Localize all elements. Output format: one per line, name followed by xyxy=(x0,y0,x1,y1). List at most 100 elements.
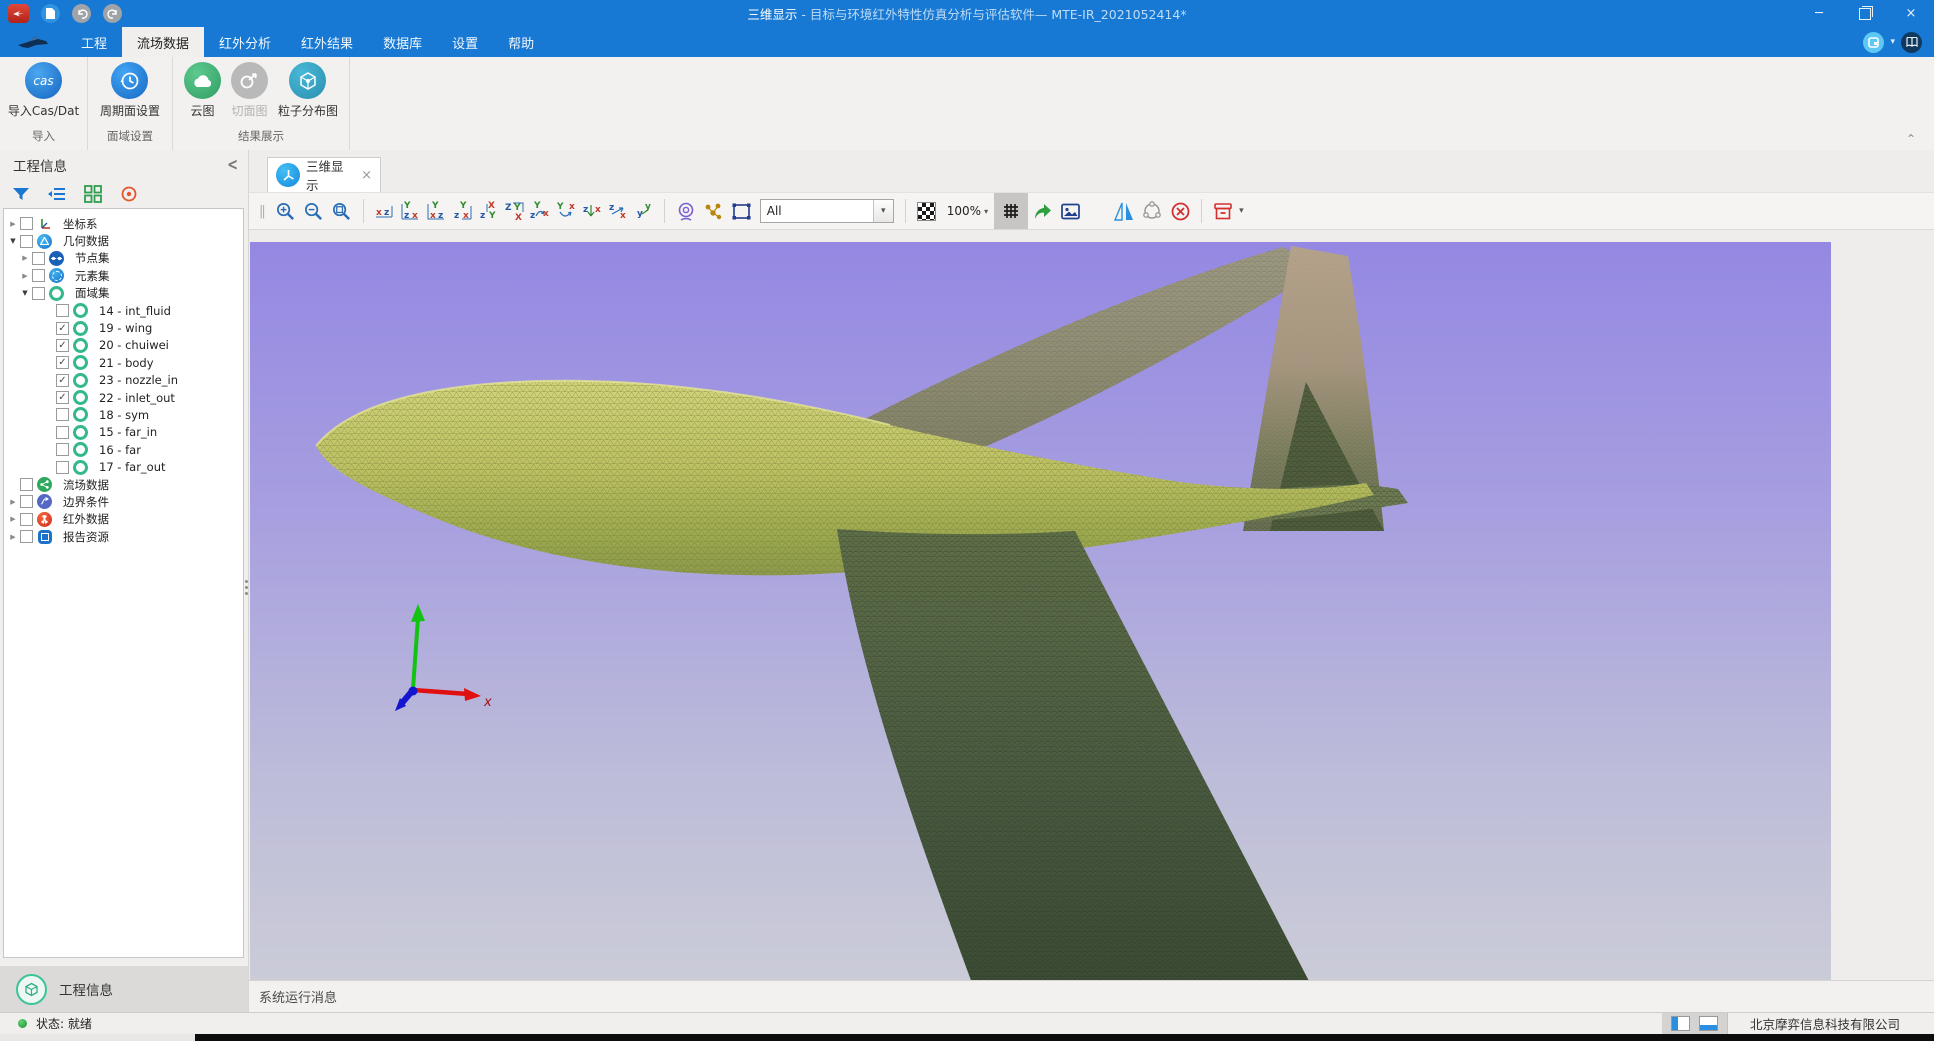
tree-item-surface[interactable]: ✓ 19 - wing xyxy=(4,319,243,336)
view-top-icon[interactable]: XzY xyxy=(475,196,501,226)
rotate-x-icon[interactable]: Yzx xyxy=(527,196,553,226)
menu-item-help[interactable]: 帮助 xyxy=(493,27,549,57)
tree-item-surface[interactable]: ✓ 23 - nozzle_in xyxy=(4,372,243,389)
undo-icon[interactable] xyxy=(72,4,91,23)
tree-item-surface[interactable]: ✓ 22 - inlet_out xyxy=(4,389,243,406)
tree-item-coordinate-system[interactable]: ▶ 坐标系 xyxy=(4,215,243,232)
checkbox[interactable]: ✓ xyxy=(56,322,69,335)
help-manual-button[interactable] xyxy=(1901,32,1922,53)
checkbox[interactable] xyxy=(56,461,69,474)
tree-item-report-resources[interactable]: ▶ 报告资源 xyxy=(4,528,243,545)
mirror-flip-icon[interactable] xyxy=(1110,196,1138,226)
grid-blocks-icon[interactable] xyxy=(82,183,104,205)
checkbox[interactable] xyxy=(20,478,33,491)
combobox-caret-icon[interactable]: ▾ xyxy=(873,200,893,222)
archive-caret-icon[interactable]: ▾ xyxy=(1239,206,1244,216)
ring-nodes-icon[interactable] xyxy=(1138,196,1166,226)
tree-item-surface[interactable]: 18 - sym xyxy=(4,406,243,423)
menu-item-ir-analysis[interactable]: 红外分析 xyxy=(204,27,286,57)
expand-arrow-icon[interactable]: ▶ xyxy=(6,498,20,506)
checkbox[interactable]: ✓ xyxy=(56,356,69,369)
view-right-icon[interactable]: Yzx xyxy=(449,196,475,226)
viewport-canvas[interactable]: x xyxy=(250,242,1831,983)
panel-collapse-button[interactable]: < xyxy=(227,155,238,175)
rotate-z-icon[interactable]: zx xyxy=(579,196,605,226)
view-isometric-icon[interactable]: yy xyxy=(631,196,657,226)
menu-item-flowfield-data[interactable]: 流场数据 xyxy=(122,27,204,57)
ribbon-collapse-button[interactable]: ⌃ xyxy=(1906,132,1934,150)
sidebar-footer-project-info[interactable]: 工程信息 xyxy=(0,966,248,1012)
expand-arrow-icon[interactable]: ▶ xyxy=(18,254,32,262)
collapse-list-icon[interactable] xyxy=(46,183,68,205)
minimize-button[interactable]: ─ xyxy=(1796,0,1842,27)
probe-camera-icon[interactable] xyxy=(672,196,700,226)
checkbox[interactable]: ✓ xyxy=(56,374,69,387)
checkbox[interactable]: ✓ xyxy=(56,339,69,352)
checkbox[interactable] xyxy=(56,443,69,456)
checkbox[interactable] xyxy=(20,530,33,543)
periodic-face-button[interactable]: 周期面设置 xyxy=(97,62,163,119)
expand-arrow-icon[interactable]: ▼ xyxy=(6,237,20,245)
redo-icon[interactable] xyxy=(103,4,122,23)
tree-item-face-zone-set[interactable]: ▼ 面域集 xyxy=(4,285,243,302)
checkbox[interactable] xyxy=(20,235,33,248)
zoom-level-dropdown[interactable]: 100% ▾ xyxy=(941,204,994,218)
particle-distribution-button[interactable]: 粒子分布图 xyxy=(275,62,341,119)
delete-cross-icon[interactable] xyxy=(1166,196,1194,226)
molecule-icon[interactable] xyxy=(700,196,728,226)
expand-arrow-icon[interactable]: ▶ xyxy=(6,533,20,541)
checkbox[interactable] xyxy=(20,513,33,526)
view-front-icon[interactable]: xz xyxy=(371,196,397,226)
new-document-icon[interactable] xyxy=(41,4,60,23)
menu-item-settings[interactable]: 设置 xyxy=(437,27,493,57)
display-filter-combobox[interactable]: All ▾ xyxy=(760,199,894,223)
rotate-free-icon[interactable]: zx xyxy=(605,196,631,226)
menu-item-ir-results[interactable]: 红外结果 xyxy=(286,27,368,57)
expand-arrow-icon[interactable]: ▶ xyxy=(6,515,20,523)
checkerboard-icon[interactable] xyxy=(913,196,941,226)
checkbox[interactable] xyxy=(32,269,45,282)
expand-arrow-icon[interactable]: ▶ xyxy=(6,220,20,228)
caret-down-icon[interactable]: ▾ xyxy=(1890,37,1895,47)
tree-item-geometry-data[interactable]: ▼ 几何数据 xyxy=(4,232,243,249)
tree-item-surface[interactable]: 17 - far_out xyxy=(4,458,243,475)
tree-item-boundary-conditions[interactable]: ▶ 边界条件 xyxy=(4,493,243,510)
import-cas-dat-button[interactable]: cas 导入Cas/Dat xyxy=(5,62,82,119)
checkbox[interactable] xyxy=(56,304,69,317)
app-launcher-icon[interactable] xyxy=(8,4,29,23)
tree-item-surface[interactable]: 16 - far xyxy=(4,441,243,458)
menu-item-engineering[interactable]: 工程 xyxy=(66,27,122,57)
checkbox[interactable] xyxy=(20,495,33,508)
locate-target-icon[interactable] xyxy=(118,183,140,205)
checkbox[interactable] xyxy=(20,217,33,230)
mesh-grid-toggle-button[interactable] xyxy=(994,193,1028,229)
tree-item-node-set[interactable]: ▶ 节点集 xyxy=(4,250,243,267)
view-bottom-icon[interactable]: ZYX xyxy=(501,196,527,226)
style-picker-button[interactable] xyxy=(1863,32,1884,53)
checkbox[interactable] xyxy=(56,426,69,439)
checkbox[interactable] xyxy=(32,252,45,265)
menu-item-database[interactable]: 数据库 xyxy=(368,27,437,57)
tree-item-element-set[interactable]: ▶ 元素集 xyxy=(4,267,243,284)
checkbox[interactable] xyxy=(32,287,45,300)
zoom-fit-button[interactable] xyxy=(328,196,356,226)
contour-cloud-button[interactable]: 云图 xyxy=(181,62,224,119)
select-box-icon[interactable] xyxy=(728,196,756,226)
tree-item-ir-data[interactable]: ▶ 红外数据 xyxy=(4,511,243,528)
zoom-out-button[interactable] xyxy=(300,196,328,226)
toggle-bottom-panel-icon[interactable] xyxy=(1699,1016,1718,1031)
tab-3d-display[interactable]: 三维显示 × xyxy=(267,157,381,192)
toolbar-drag-handle[interactable]: || xyxy=(259,204,264,219)
filter-icon[interactable] xyxy=(10,183,32,205)
maximize-button[interactable] xyxy=(1842,0,1888,27)
tab-close-icon[interactable]: × xyxy=(361,168,372,183)
tree-item-surface[interactable]: 14 - int_fluid xyxy=(4,302,243,319)
tree-item-surface[interactable]: 15 - far_in xyxy=(4,424,243,441)
toggle-left-panel-icon[interactable] xyxy=(1671,1016,1690,1031)
share-arrow-icon[interactable] xyxy=(1028,196,1056,226)
checkbox[interactable] xyxy=(56,408,69,421)
zoom-in-button[interactable] xyxy=(272,196,300,226)
rotate-y-icon[interactable]: Yx xyxy=(553,196,579,226)
view-back-icon[interactable]: Yzx xyxy=(397,196,423,226)
expand-arrow-icon[interactable]: ▶ xyxy=(18,272,32,280)
